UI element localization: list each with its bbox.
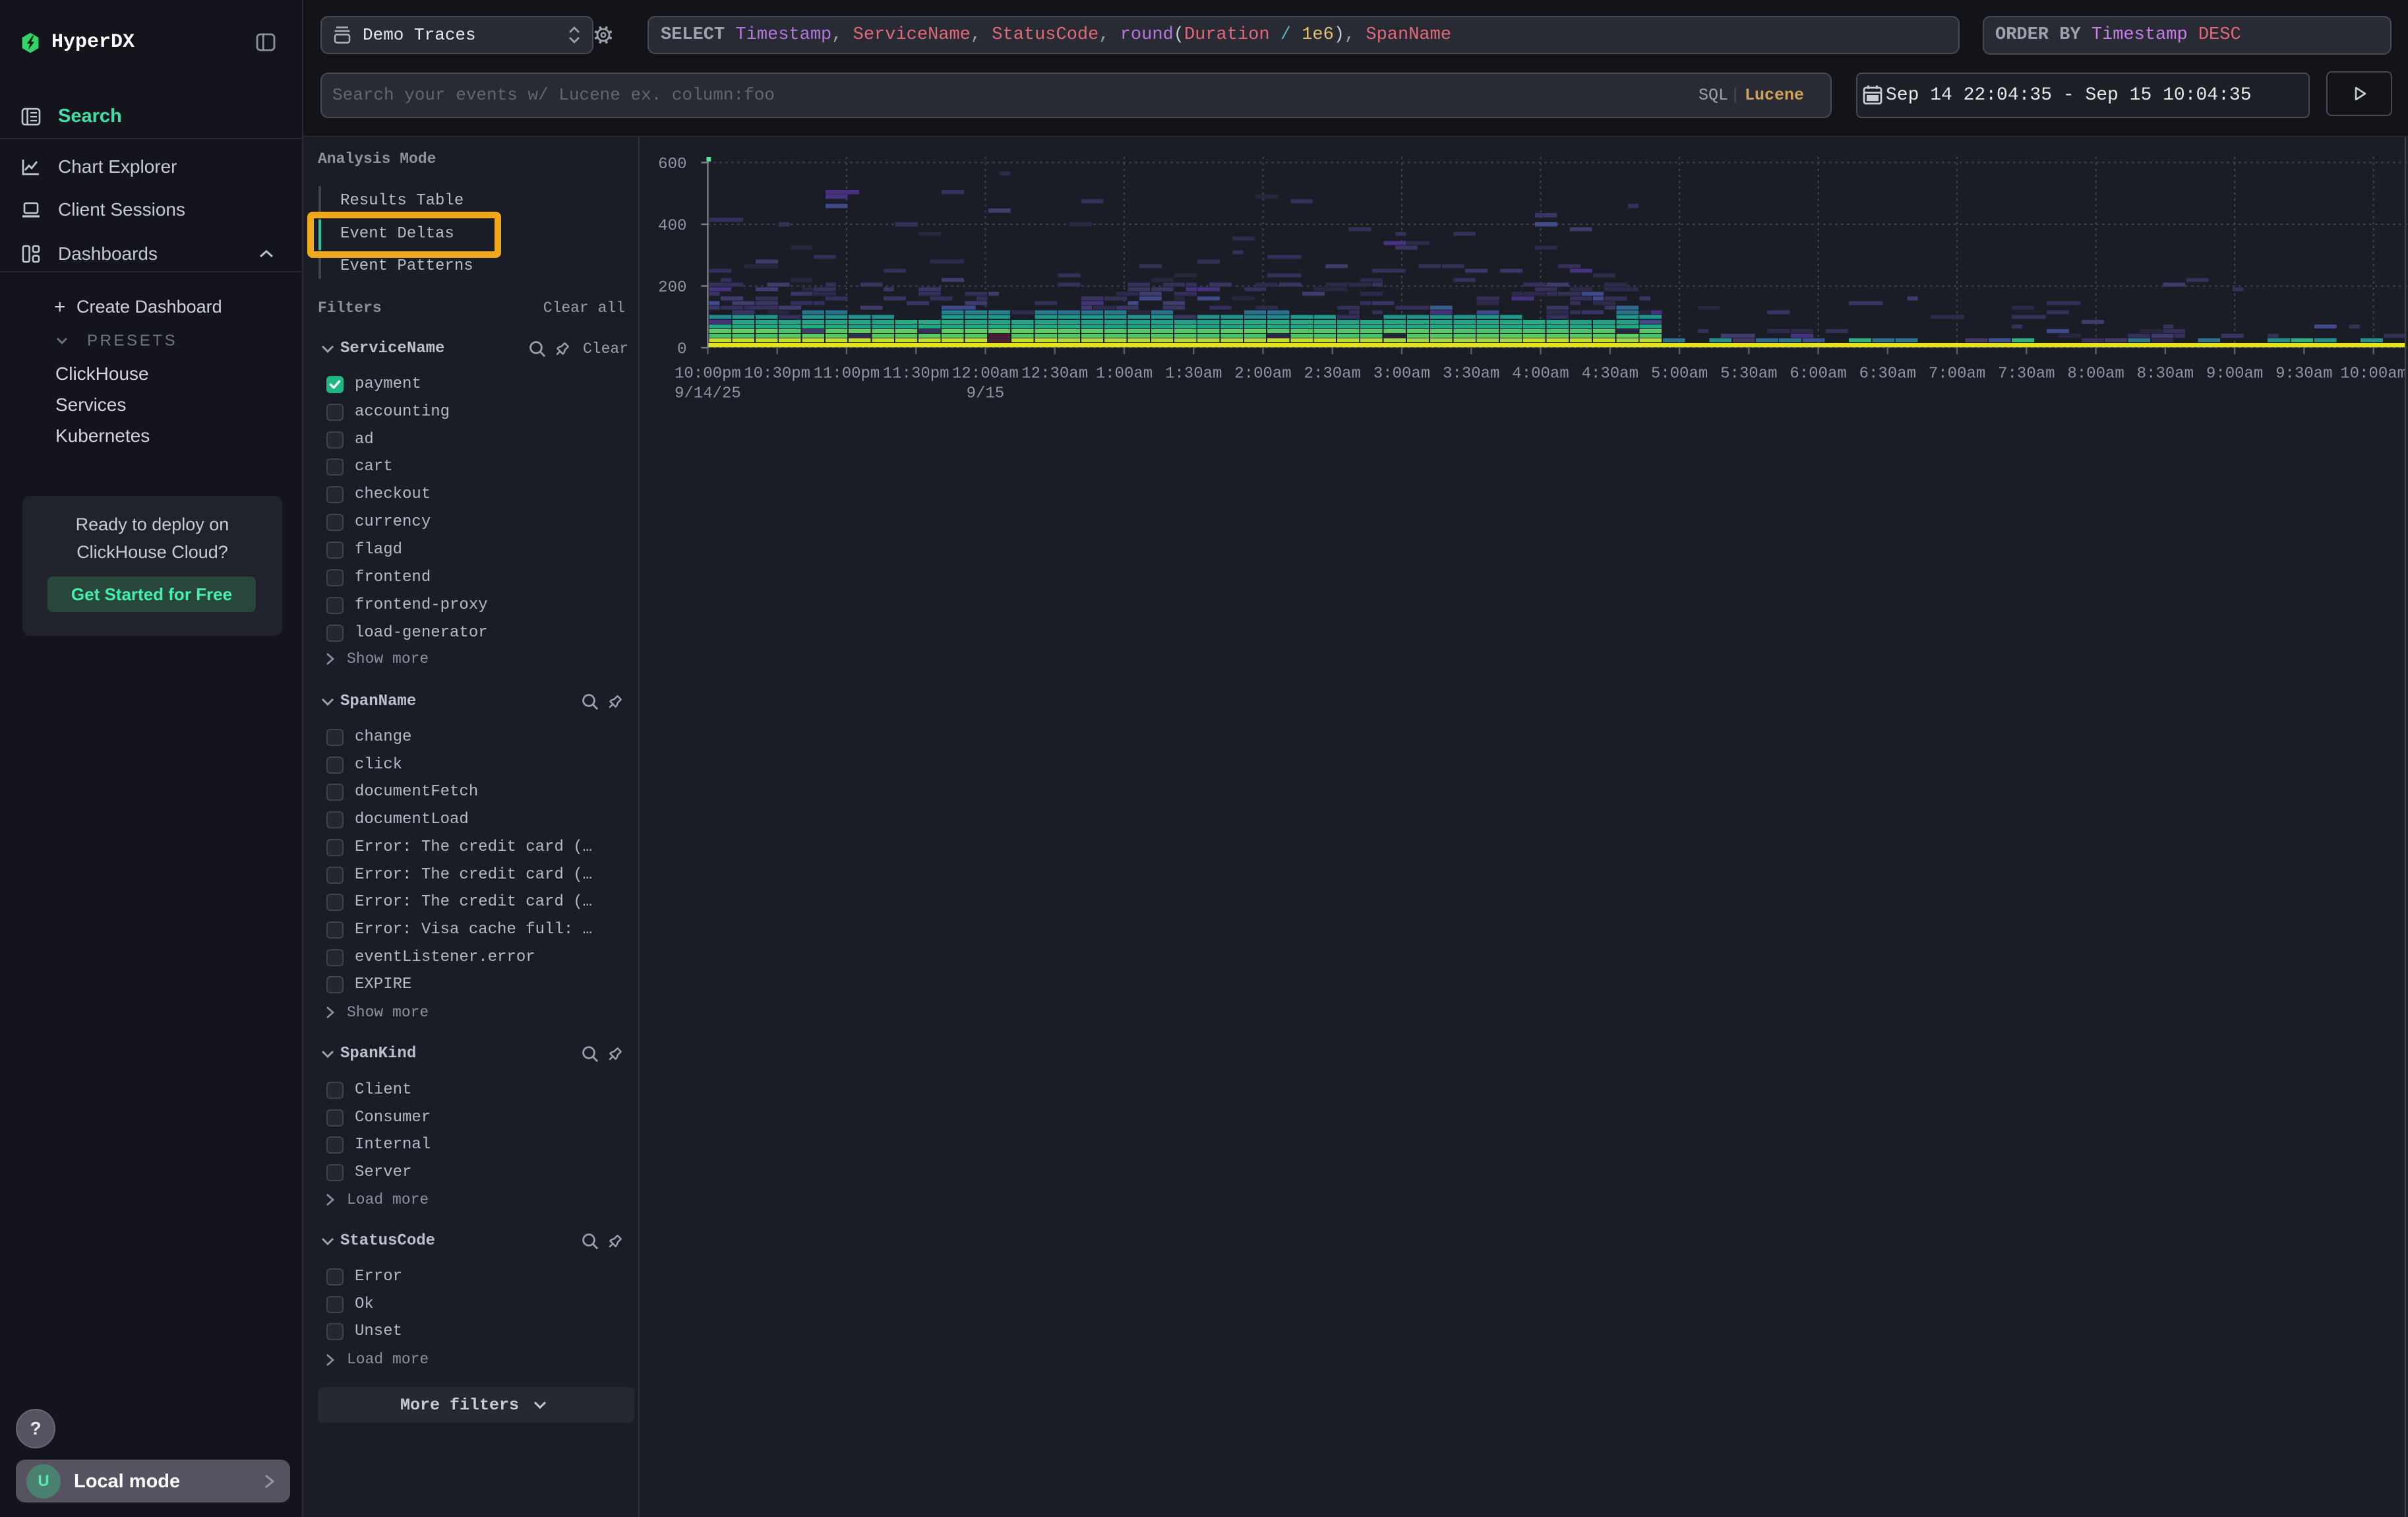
svg-text:8:30am: 8:30am (2137, 365, 2194, 383)
svg-text:6:30am: 6:30am (1859, 365, 1916, 383)
svg-text:3:00am: 3:00am (1373, 365, 1430, 383)
svg-text:9:30am: 9:30am (2275, 365, 2332, 383)
svg-text:5:30am: 5:30am (1720, 365, 1777, 383)
svg-text:9/14/25: 9/14/25 (675, 385, 741, 403)
svg-text:12:00am: 12:00am (952, 365, 1019, 383)
svg-text:600: 600 (658, 156, 686, 173)
svg-text:3:30am: 3:30am (1443, 365, 1499, 383)
svg-text:11:30pm: 11:30pm (883, 365, 949, 383)
svg-text:5:00am: 5:00am (1651, 365, 1708, 383)
svg-text:10:00am: 10:00am (2340, 365, 2407, 383)
svg-text:8:00am: 8:00am (2067, 365, 2124, 383)
svg-text:9:00am: 9:00am (2206, 365, 2263, 383)
svg-text:4:00am: 4:00am (1512, 365, 1569, 383)
svg-text:10:00pm: 10:00pm (675, 365, 741, 383)
svg-text:6:00am: 6:00am (1790, 365, 1846, 383)
svg-text:400: 400 (658, 217, 686, 235)
svg-text:0: 0 (677, 341, 686, 359)
svg-text:1:30am: 1:30am (1165, 365, 1222, 383)
svg-text:2:30am: 2:30am (1304, 365, 1361, 383)
svg-text:12:30am: 12:30am (1021, 365, 1088, 383)
svg-text:200: 200 (658, 279, 686, 297)
svg-text:11:00pm: 11:00pm (814, 365, 880, 383)
svg-text:1:00am: 1:00am (1096, 365, 1153, 383)
svg-text:9/15: 9/15 (967, 385, 1005, 403)
svg-text:7:30am: 7:30am (1998, 365, 2055, 383)
svg-text:10:30pm: 10:30pm (744, 365, 810, 383)
svg-text:4:30am: 4:30am (1582, 365, 1639, 383)
svg-text:2:00am: 2:00am (1234, 365, 1291, 383)
svg-text:7:00am: 7:00am (1929, 365, 1985, 383)
